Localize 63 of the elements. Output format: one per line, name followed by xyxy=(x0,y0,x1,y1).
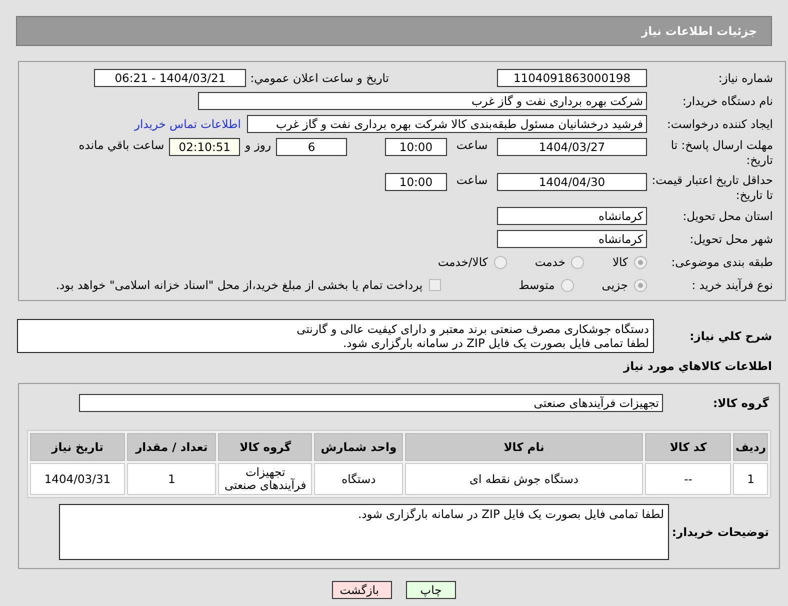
field-label: نوع فرآیند خرید : xyxy=(690,278,774,292)
table-cell: دستگاه xyxy=(314,463,403,495)
print-button[interactable]: چاپ xyxy=(406,581,456,599)
field-label: گروه کالا: xyxy=(712,396,770,410)
radio-button[interactable] xyxy=(634,278,647,292)
field-label: استان محل تحویل: xyxy=(682,208,774,224)
radio-label: کالا xyxy=(612,255,628,269)
table-cell: 1 xyxy=(127,463,216,495)
radio-button[interactable] xyxy=(571,256,584,268)
buyer-notes-textarea[interactable]: لطفا تمامی فایل بصورت یک فایل ZIP در سامانه بارگزاری شود. xyxy=(59,504,669,560)
field-label: مهلت ارسال پاسخ: تا تاریخ: xyxy=(670,138,774,168)
need-number-field[interactable]: 1104091863000198 xyxy=(497,69,647,87)
province-field[interactable]: کرمانشاه xyxy=(497,207,647,225)
time-label: ساعت xyxy=(455,172,489,186)
deadline-date-field[interactable]: 1404/03/27 xyxy=(497,138,647,156)
remaining-time-field[interactable]: 02:10:51 xyxy=(169,138,240,156)
column-header: تعداد / مقدار xyxy=(127,433,216,461)
time-label: ساعت xyxy=(455,138,489,152)
radio-button[interactable] xyxy=(494,256,507,268)
table-cell: 1404/03/31 xyxy=(30,463,125,495)
field-label: حداقل تاریخ اعتبار قیمت: تا تاریخ: xyxy=(650,172,774,202)
column-header: گروه کالا xyxy=(218,433,312,461)
field-label: ایجاد کننده درخواست: xyxy=(666,116,774,132)
goods-group-field[interactable]: تجهیزات فرآیندهای صنعتی xyxy=(79,394,663,412)
days-field[interactable]: 6 xyxy=(276,138,347,156)
table-cell: دستگاه جوش نقطه ای xyxy=(404,463,644,495)
requester-field[interactable]: فرشید درخشانیان مسئول طبقه‌بندی کالا شرکت بهره برداری نفت و گاز غرب xyxy=(247,115,647,133)
days-label: روز و xyxy=(244,138,272,152)
column-header: تاریخ نیاز xyxy=(30,433,125,461)
column-header: کد کالا xyxy=(645,433,732,461)
section-heading: اطلاعات کالاهاي مورد نياز xyxy=(622,359,773,373)
checkbox-label: پرداخت تمام یا بخشی از مبلغ خرید،از محل "اسناد خزانه اسلامی" خواهد بود. xyxy=(56,278,423,292)
field-label: تاریخ و ساعت اعلان عمومي: xyxy=(249,71,390,85)
checkbox[interactable] xyxy=(428,279,441,291)
field-label: شرح کلي نياز: xyxy=(688,329,773,343)
page-title: جزئیات اطلاعات نیاز xyxy=(641,24,757,38)
announce-date-field[interactable]: 1404/03/21 - 06:21 xyxy=(94,69,246,87)
column-header: واحد شمارش xyxy=(314,433,403,461)
field-label: نام دستگاه خریدار: xyxy=(681,94,774,108)
table-cell: -- xyxy=(645,463,732,495)
deadline-time-field[interactable]: 10:00 xyxy=(385,138,447,156)
radio-label: خدمت xyxy=(534,255,566,269)
field-label: شهر محل تحویل: xyxy=(688,232,774,246)
radio-button[interactable] xyxy=(560,278,574,292)
column-header: ردیف xyxy=(733,433,768,461)
radio-label: متوسط xyxy=(518,278,555,292)
table-cell: 1 xyxy=(733,463,768,495)
buyer-org-field[interactable]: شرکت بهره برداری نفت و گاز غرب xyxy=(198,92,647,110)
city-field[interactable]: کرمانشاه xyxy=(497,230,647,248)
buyer-contact-link[interactable]: اطلاعات تماس خریدار xyxy=(134,117,241,131)
field-label: طبقه بندی موضوعی: xyxy=(670,254,774,270)
back-button[interactable]: بازگشت xyxy=(332,581,392,599)
remaining-label: ساعت باقي مانده xyxy=(78,138,166,152)
table-cell: تجهیزات فرآیندهای صنعتی xyxy=(218,463,312,495)
column-header: نام کالا xyxy=(404,433,644,461)
description-textarea[interactable]: دستگاه جوشکاری مصرف صنعتی برند معتبر و دارای کیفیت عالی و گارنتی لطفا تمامی فایل بصورت یک فایل ZIP در سامانه بارگزاری شود. xyxy=(17,319,654,353)
radio-label: کالا/خدمت xyxy=(438,255,488,269)
validity-time-field[interactable]: 10:00 xyxy=(385,172,447,190)
field-label: توضیحات خریدار: xyxy=(670,525,770,539)
radio-label: جزیی xyxy=(602,278,628,292)
validity-date-field[interactable]: 1404/04/30 xyxy=(497,172,647,190)
field-label: شماره نیاز: xyxy=(717,70,774,86)
radio-button[interactable] xyxy=(634,256,647,268)
